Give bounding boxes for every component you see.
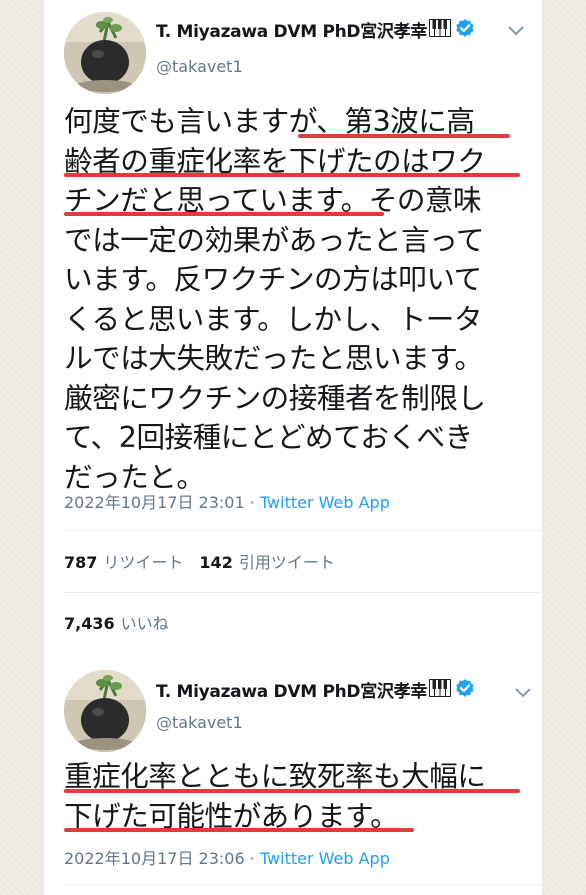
tweet-meta: 2022年10月17日 23:01 · Twitter Web App	[64, 489, 390, 513]
verified-icon	[455, 18, 475, 42]
tweet-line: 厳密にワクチンの接種者を制限し	[64, 380, 486, 415]
meta-separator: ·	[244, 493, 260, 512]
tweet-card[interactable]: T. Miyazawa DVM PhD宮沢孝幸 @takavet1 何度でも言い…	[44, 0, 542, 660]
author-name-row[interactable]: T. Miyazawa DVM PhD宮沢孝幸	[156, 677, 475, 702]
avatar[interactable]	[64, 12, 146, 94]
tweet-text: 重症化率とともに致死率も大幅に 下げた可能性があります。	[64, 757, 534, 836]
piano-icon	[429, 678, 452, 701]
display-name[interactable]: T. Miyazawa DVM PhD宮沢孝幸	[156, 17, 427, 42]
timestamp[interactable]: 2022年10月17日 23:01	[64, 493, 245, 512]
quotes-count: 142	[199, 553, 233, 572]
tweet-line: て、2回接種にとどめておくべき	[64, 420, 473, 454]
tweet-line: くると思います。しかし、トータ	[64, 301, 482, 336]
retweets-count: 787	[64, 553, 98, 572]
highlight-underline	[298, 134, 510, 138]
quotes-label: 引用ツイート	[238, 553, 335, 572]
tweet-meta: 2022年10月17日 23:06 · Twitter Web App	[64, 845, 390, 869]
author-name-row[interactable]: T. Miyazawa DVM PhD宮沢孝幸	[156, 17, 475, 42]
display-name[interactable]: T. Miyazawa DVM PhD宮沢孝幸	[156, 677, 427, 702]
tweet-card[interactable]: T. Miyazawa DVM PhD宮沢孝幸 @takavet1 重症化率とと…	[44, 660, 542, 895]
chevron-down-icon[interactable]	[507, 22, 525, 41]
source-app-link[interactable]: Twitter Web App	[260, 849, 390, 868]
meta-separator: ·	[244, 849, 260, 868]
likes-stats[interactable]: 7,436 いいね	[64, 610, 169, 634]
tweet-line: では一定の効果があったと言って	[64, 222, 484, 257]
piano-icon	[429, 18, 452, 41]
retweets-label: リツイート	[103, 553, 184, 572]
quotes-stat[interactable]: 142 引用ツイート	[199, 553, 334, 572]
handle[interactable]: @takavet1	[156, 713, 243, 732]
tweet-line: ルでは大失敗だったと思います。	[64, 341, 483, 375]
likes-label: いいね	[120, 614, 169, 633]
likes-count: 7,436	[64, 614, 115, 633]
retweet-stats: 787 リツイート 142 引用ツイート	[64, 549, 335, 573]
avatar-photo	[64, 12, 146, 94]
timestamp[interactable]: 2022年10月17日 23:06	[64, 849, 245, 868]
highlight-underline	[64, 173, 520, 177]
divider	[64, 530, 542, 531]
verified-icon	[455, 678, 475, 702]
avatar[interactable]	[64, 670, 146, 752]
avatar-photo	[64, 670, 146, 752]
tweet-text: 何度でも言いますが、第3波に高 齢者の重症化率を下げたのはワク チンだと思ってい…	[64, 102, 534, 497]
divider	[64, 592, 542, 593]
highlight-underline	[64, 212, 384, 216]
chevron-down-icon[interactable]	[514, 684, 532, 703]
divider	[64, 884, 542, 885]
handle[interactable]: @takavet1	[156, 57, 243, 76]
highlight-underline	[64, 828, 414, 832]
retweets-stat[interactable]: 787 リツイート	[64, 553, 183, 572]
tweet-line: います。反ワクチンの方は叩いて	[64, 262, 482, 296]
highlight-underline	[64, 789, 520, 793]
source-app-link[interactable]: Twitter Web App	[260, 493, 390, 512]
